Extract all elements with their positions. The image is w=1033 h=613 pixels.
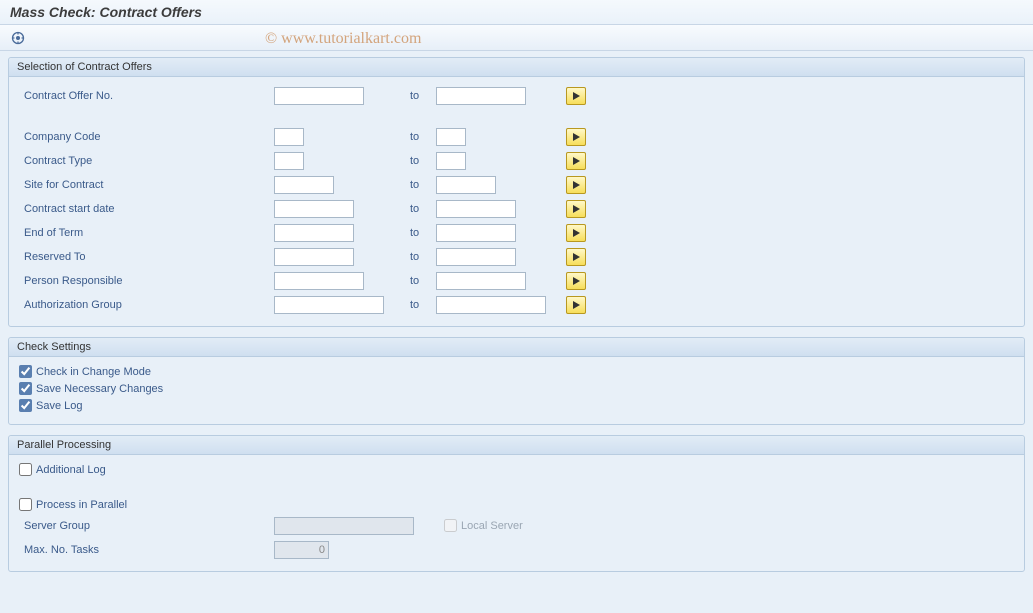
process-parallel-checkbox[interactable] [19,498,32,511]
arrow-right-icon [573,253,580,261]
group-check-settings-header: Check Settings [9,338,1024,357]
group-selection: Selection of Contract Offers Contract Of… [8,57,1025,327]
start-date-to[interactable] [436,200,516,218]
contract-type-from[interactable] [274,152,304,170]
auth-group-from[interactable] [274,296,384,314]
to-label: to [410,131,430,143]
contract-type-multiselect[interactable] [566,152,586,170]
toolbar [0,25,1033,51]
arrow-right-icon [573,301,580,309]
max-tasks-label: Max. No. Tasks [19,544,274,556]
additional-log-checkbox[interactable] [19,463,32,476]
to-label: to [410,90,430,102]
server-group-input [274,517,414,535]
page-title: Mass Check: Contract Offers [10,4,202,20]
site-label: Site for Contract [19,179,274,191]
group-selection-header: Selection of Contract Offers [9,58,1024,77]
save-log-label: Save Log [36,400,82,412]
arrow-right-icon [573,157,580,165]
arrow-right-icon [573,277,580,285]
to-label: to [410,155,430,167]
end-of-term-label: End of Term [19,227,274,239]
save-changes-label: Save Necessary Changes [36,383,163,395]
reserved-to-to[interactable] [436,248,516,266]
arrow-right-icon [573,229,580,237]
person-resp-from[interactable] [274,272,364,290]
company-code-multiselect[interactable] [566,128,586,146]
person-resp-to[interactable] [436,272,526,290]
max-tasks-input [274,541,329,559]
start-date-label: Contract start date [19,203,274,215]
group-parallel: Parallel Processing Additional Log Proce… [8,435,1025,572]
check-change-mode-label: Check in Change Mode [36,366,151,378]
start-date-multiselect[interactable] [566,200,586,218]
arrow-right-icon [573,205,580,213]
to-label: to [410,179,430,191]
site-to[interactable] [436,176,496,194]
end-of-term-multiselect[interactable] [566,224,586,242]
content-area: Selection of Contract Offers Contract Of… [0,51,1033,588]
contract-offer-no-from[interactable] [274,87,364,105]
reserved-to-multiselect[interactable] [566,248,586,266]
arrow-right-icon [573,181,580,189]
save-log-checkbox[interactable] [19,399,32,412]
contract-type-label: Contract Type [19,155,274,167]
site-from[interactable] [274,176,334,194]
to-label: to [410,275,430,287]
end-of-term-to[interactable] [436,224,516,242]
execute-button[interactable] [8,28,28,48]
additional-log-label: Additional Log [36,464,106,476]
arrow-right-icon [573,133,580,141]
auth-group-label: Authorization Group [19,299,274,311]
company-code-label: Company Code [19,131,274,143]
to-label: to [410,251,430,263]
person-resp-label: Person Responsible [19,275,274,287]
server-group-label: Server Group [19,520,274,532]
auth-group-multiselect[interactable] [566,296,586,314]
reserved-to-from[interactable] [274,248,354,266]
group-parallel-header: Parallel Processing [9,436,1024,455]
check-change-mode-checkbox[interactable] [19,365,32,378]
group-check-settings: Check Settings Check in Change Mode Save… [8,337,1025,425]
company-code-from[interactable] [274,128,304,146]
start-date-from[interactable] [274,200,354,218]
save-changes-checkbox[interactable] [19,382,32,395]
local-server-checkbox [444,519,457,532]
end-of-term-from[interactable] [274,224,354,242]
to-label: to [410,227,430,239]
auth-group-to[interactable] [436,296,546,314]
title-bar: Mass Check: Contract Offers [0,0,1033,25]
contract-offer-no-multiselect[interactable] [566,87,586,105]
to-label: to [410,203,430,215]
contract-type-to[interactable] [436,152,466,170]
company-code-to[interactable] [436,128,466,146]
arrow-right-icon [573,92,580,100]
contract-offer-no-label: Contract Offer No. [19,90,274,102]
contract-offer-no-to[interactable] [436,87,526,105]
to-label: to [410,299,430,311]
local-server-label: Local Server [461,520,523,532]
reserved-to-label: Reserved To [19,251,274,263]
person-resp-multiselect[interactable] [566,272,586,290]
site-multiselect[interactable] [566,176,586,194]
process-parallel-label: Process in Parallel [36,499,127,511]
